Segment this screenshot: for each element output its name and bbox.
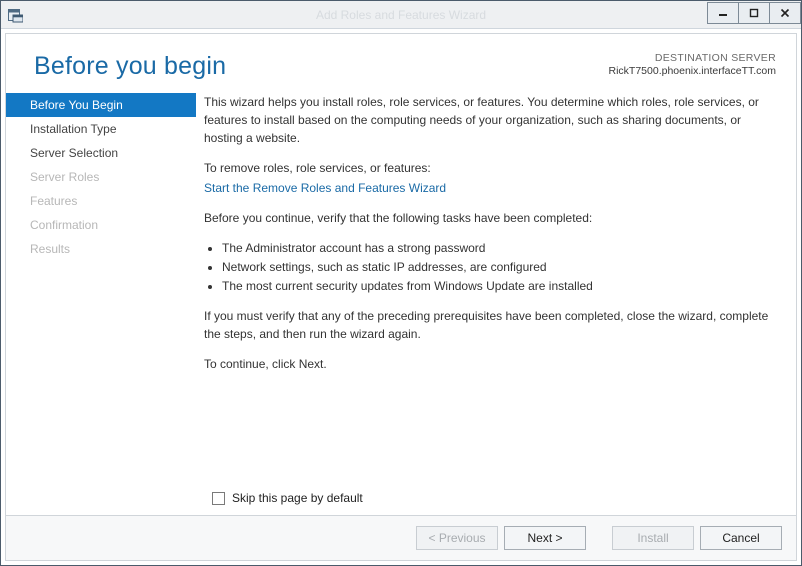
- sidebar: Before You Begin Installation Type Serve…: [6, 93, 196, 483]
- main-panel: This wizard helps you install roles, rol…: [196, 93, 796, 483]
- content-inner: Before you begin DESTINATION SERVER Rick…: [5, 33, 797, 561]
- sidebar-item-server-roles: Server Roles: [6, 165, 196, 189]
- sidebar-item-features: Features: [6, 189, 196, 213]
- sidebar-item-before-you-begin[interactable]: Before You Begin: [6, 93, 196, 117]
- top-band: Before you begin DESTINATION SERVER Rick…: [6, 34, 796, 93]
- button-gap: [592, 526, 606, 550]
- dest-value: RickT7500.phoenix.interfaceTT.com: [609, 65, 777, 78]
- remove-prompt: To remove roles, role services, or featu…: [204, 159, 776, 177]
- page-title: Before you begin: [34, 52, 226, 81]
- close-text: If you must verify that any of the prece…: [204, 307, 776, 343]
- skip-checkbox[interactable]: [212, 492, 225, 505]
- skip-row: Skip this page by default: [6, 483, 796, 515]
- maximize-button[interactable]: [738, 2, 770, 24]
- verify-text: Before you continue, verify that the fol…: [204, 209, 776, 227]
- window-title: Add Roles and Features Wizard: [1, 8, 801, 22]
- prereq-list: The Administrator account has a strong p…: [204, 239, 776, 295]
- prereq-item: The Administrator account has a strong p…: [222, 239, 776, 257]
- continue-text: To continue, click Next.: [204, 355, 776, 373]
- install-button: Install: [612, 526, 694, 550]
- dest-label: DESTINATION SERVER: [609, 52, 777, 65]
- minimize-button[interactable]: [707, 2, 739, 24]
- wizard-window: Add Roles and Features Wizard Before you…: [0, 0, 802, 566]
- sidebar-item-server-selection[interactable]: Server Selection: [6, 141, 196, 165]
- content-wrap: Before you begin DESTINATION SERVER Rick…: [1, 29, 801, 565]
- remove-roles-link[interactable]: Start the Remove Roles and Features Wiza…: [204, 181, 446, 195]
- prereq-item: Network settings, such as static IP addr…: [222, 258, 776, 276]
- cancel-button[interactable]: Cancel: [700, 526, 782, 550]
- prereq-item: The most current security updates from W…: [222, 277, 776, 295]
- skip-label: Skip this page by default: [232, 491, 363, 505]
- titlebar: Add Roles and Features Wizard: [1, 1, 801, 29]
- close-button[interactable]: [769, 2, 801, 24]
- next-button[interactable]: Next >: [504, 526, 586, 550]
- sidebar-item-confirmation: Confirmation: [6, 213, 196, 237]
- window-icon: [1, 1, 29, 29]
- destination-server: DESTINATION SERVER RickT7500.phoenix.int…: [609, 52, 777, 81]
- intro-text: This wizard helps you install roles, rol…: [204, 93, 776, 147]
- sidebar-item-results: Results: [6, 237, 196, 261]
- button-bar: < Previous Next > Install Cancel: [6, 515, 796, 560]
- body: Before You Begin Installation Type Serve…: [6, 93, 796, 483]
- window-controls: [707, 5, 801, 24]
- sidebar-item-installation-type[interactable]: Installation Type: [6, 117, 196, 141]
- previous-button: < Previous: [416, 526, 498, 550]
